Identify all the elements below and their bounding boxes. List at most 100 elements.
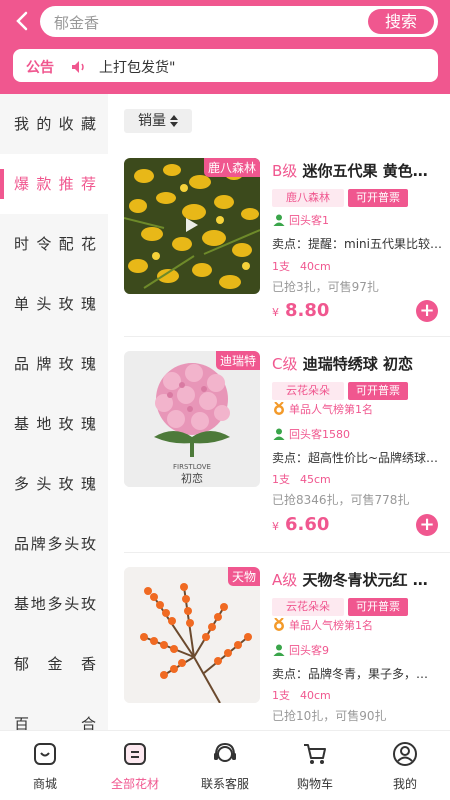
search-input[interactable]: 郁金香	[54, 12, 99, 33]
sold-info: 已抢8346扎，可售778扎	[272, 493, 410, 507]
search-bar[interactable]: 郁金香 搜索	[40, 6, 438, 37]
sidebar-item-base-multi-rose[interactable]: 基地多头玫	[0, 574, 108, 634]
tab-all-materials[interactable]: 全部花材	[90, 731, 180, 800]
qty: 1支	[272, 689, 290, 702]
product-image[interactable]: FIRSTLOVE 初恋 迪瑞特	[124, 351, 260, 487]
sidebar-char: 头	[64, 535, 80, 553]
length: 40cm	[300, 689, 331, 702]
product-card[interactable]: FIRSTLOVE 初恋 迪瑞特 C级 迪瑞特绣球 初恋 云花朵朵 可开普票 单品…	[108, 351, 450, 551]
sidebar-item-seasonal[interactable]: 时令配花	[0, 214, 108, 274]
sidebar-char: 合	[80, 715, 96, 730]
grade-label: C级	[272, 355, 298, 373]
shop-badge[interactable]: 鹿八森林	[272, 189, 344, 207]
length: 40cm	[300, 260, 331, 273]
product-image[interactable]: 天物	[124, 567, 260, 703]
repeat-customer: 回头客1	[272, 212, 329, 228]
sidebar-char: 我	[14, 115, 30, 133]
sidebar-item-label: 基地玫瑰	[14, 394, 96, 454]
selling-point: 卖点：品牌冬青，果子多，…	[272, 667, 429, 681]
shop-badge[interactable]: 云花朵朵	[272, 598, 344, 616]
sidebar-char: 瑰	[80, 295, 96, 313]
sidebar-char: 收	[58, 115, 74, 133]
sort-by-sales-button[interactable]: 销量	[124, 109, 192, 133]
shop-badge[interactable]: 云花朵朵	[272, 382, 344, 400]
sidebar-item-label: 爆款推荐	[14, 154, 96, 214]
divider	[124, 552, 450, 553]
sidebar-char: 基	[14, 595, 30, 613]
sort-label: 销量	[138, 113, 166, 129]
popularity-rank: 单品人气榜第1名	[272, 401, 373, 417]
bottom-tab-bar: 商城 全部花材 联系客服 购物车 我的	[0, 730, 450, 800]
tab-mine[interactable]: 我的	[360, 731, 450, 800]
person-icon	[272, 427, 286, 441]
source-tag: 天物	[227, 567, 260, 586]
tab-customer-service[interactable]: 联系客服	[180, 731, 270, 800]
category-sidebar[interactable]: 我的收藏 爆款推荐 时令配花 单头玫瑰 品牌玫瑰 基地玫瑰 多头玫瑰 品牌多头玫…	[0, 94, 108, 730]
invoice-badge: 可开普票	[348, 382, 408, 400]
spec-line: 1支 40cm	[272, 687, 341, 703]
repeat-text: 回头客9	[289, 644, 329, 657]
product-title[interactable]: C级 迪瑞特绣球 初恋	[272, 353, 442, 374]
product-name: 天物冬青状元红 …	[302, 571, 428, 589]
sidebar-item-tulip[interactable]: 郁金香	[0, 634, 108, 694]
sidebar-char: 玫	[80, 595, 96, 613]
sidebar-item-brand-multi-rose[interactable]: 品牌多头玫	[0, 514, 108, 574]
sidebar-item-lily[interactable]: 百合	[0, 694, 108, 730]
image-caption-en: FIRSTLOVE	[173, 463, 211, 471]
rank-text: 单品人气榜第1名	[289, 619, 373, 632]
tab-label: 商城	[32, 777, 57, 791]
product-title[interactable]: A级 天物冬青状元红 …	[272, 569, 442, 590]
notice-tag: 公告	[26, 60, 54, 76]
product-title[interactable]: B级 迷你五代果 黄色…	[272, 160, 442, 181]
popularity-rank: 单品人气榜第1名	[272, 617, 373, 633]
sidebar-item-favorites[interactable]: 我的收藏	[0, 94, 108, 154]
sidebar-item-hot[interactable]: 爆款推荐	[0, 154, 108, 214]
back-arrow-icon[interactable]	[12, 8, 34, 34]
price-value: 8.80	[285, 300, 330, 321]
person-icon	[272, 213, 286, 227]
tab-label: 我的	[392, 777, 417, 791]
sidebar-item-single-rose[interactable]: 单头玫瑰	[0, 274, 108, 334]
product-card[interactable]: 天物 A级 天物冬青状元红 … 云花朵朵 可开普票 单品人气榜第1名 回头客9 卖…	[108, 567, 450, 730]
top-header: 郁金香 搜索 公告 上打包发货"	[0, 0, 450, 94]
medal-icon	[272, 617, 286, 632]
sidebar-item-brand-rose[interactable]: 品牌玫瑰	[0, 334, 108, 394]
source-tag: 迪瑞特	[215, 351, 260, 370]
length: 45cm	[300, 473, 331, 486]
sidebar-char: 多	[47, 595, 63, 613]
sidebar-item-label: 品牌玫瑰	[14, 334, 96, 394]
search-button[interactable]: 搜索	[368, 9, 434, 34]
badges: 云花朵朵 可开普票	[272, 595, 408, 616]
tab-cart[interactable]: 购物车	[270, 731, 360, 800]
repeat-text: 回头客1580	[289, 428, 350, 441]
currency: ¥	[272, 520, 279, 533]
sidebar-char: 玫	[58, 295, 74, 313]
category-icon	[122, 741, 148, 767]
sidebar-char: 多	[14, 475, 30, 493]
product-image[interactable]: 鹿八森林	[124, 158, 260, 294]
qty: 1支	[272, 260, 290, 273]
sidebar-char: 品	[14, 535, 30, 553]
add-to-cart-button[interactable]: +	[416, 514, 438, 536]
notice-bar[interactable]: 公告 上打包发货"	[13, 49, 438, 82]
sidebar-char: 推	[58, 175, 74, 193]
user-icon	[392, 741, 418, 767]
badges: 鹿八森林 可开普票	[272, 186, 408, 207]
invoice-badge: 可开普票	[348, 598, 408, 616]
sidebar-item-base-rose[interactable]: 基地玫瑰	[0, 394, 108, 454]
notice-text: 上打包发货"	[99, 60, 176, 76]
sidebar-char: 的	[36, 115, 52, 133]
product-card[interactable]: 鹿八森林 B级 迷你五代果 黄色… 鹿八森林 可开普票 回头客1 卖点：提醒：mi…	[108, 158, 450, 358]
sidebar-char: 地	[30, 595, 46, 613]
sidebar-char: 多	[47, 535, 63, 553]
add-to-cart-button[interactable]: +	[416, 300, 438, 322]
sidebar-char: 令	[36, 235, 52, 253]
tab-shop[interactable]: 商城	[0, 731, 90, 800]
source-tag: 鹿八森林	[203, 158, 260, 177]
price-value: 6.60	[285, 514, 330, 535]
sidebar-item-multi-rose[interactable]: 多头玫瑰	[0, 454, 108, 514]
repeat-customer: 回头客1580	[272, 426, 350, 442]
sidebar-char: 品	[14, 355, 30, 373]
product-list[interactable]: 销量 鹿八森林 B级 迷你五代果 黄色… 鹿八森林 可开普票 回头客1 卖点：提…	[108, 94, 450, 730]
sidebar-char: 爆	[14, 175, 30, 193]
